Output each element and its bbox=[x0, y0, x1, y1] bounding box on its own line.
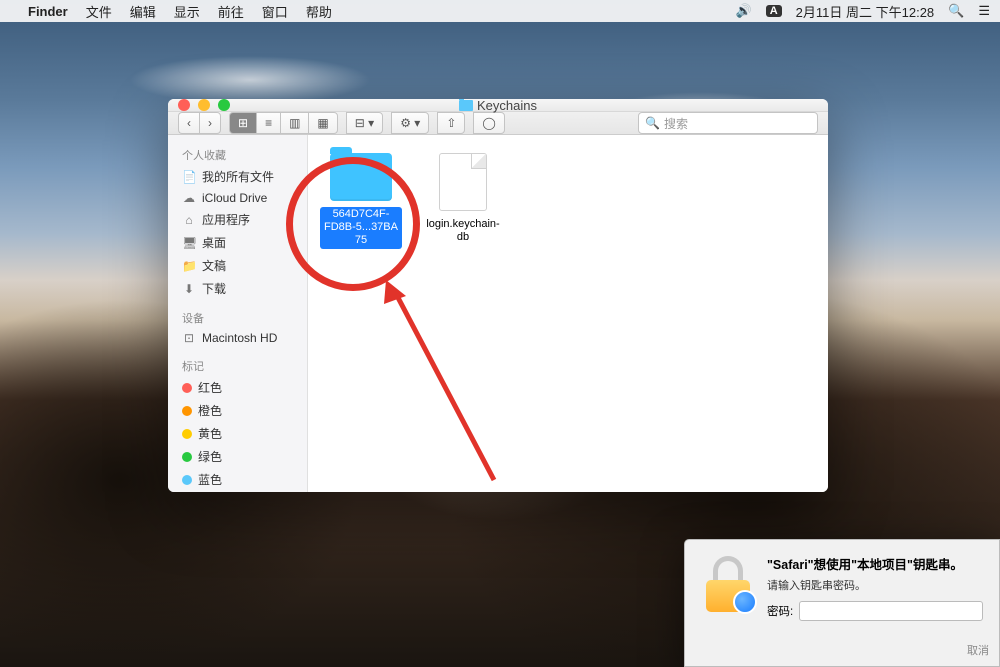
sidebar-item-label: 红色 bbox=[198, 379, 222, 396]
sidebar-devices-header: 设备 bbox=[168, 306, 307, 328]
sidebar-tag-green[interactable]: 绿色 bbox=[168, 445, 307, 468]
document-icon bbox=[439, 153, 487, 211]
password-label: 密码: bbox=[767, 603, 793, 619]
sidebar-tag-yellow[interactable]: 黄色 bbox=[168, 422, 307, 445]
search-placeholder: 搜索 bbox=[664, 115, 688, 132]
sidebar-tag-red[interactable]: 红色 bbox=[168, 376, 307, 399]
sidebar-item-label: 应用程序 bbox=[202, 211, 250, 228]
input-source-icon[interactable]: A bbox=[766, 5, 782, 17]
disk-icon: ⊡ bbox=[182, 331, 196, 345]
file-label: login.keychain-db bbox=[422, 217, 504, 245]
menubar-datetime[interactable]: 2月11日 周二 下午12:28 bbox=[796, 2, 934, 21]
sidebar-favorites-header: 个人收藏 bbox=[168, 143, 307, 165]
sidebar-item-applications[interactable]: ⌂ 应用程序 bbox=[168, 208, 307, 231]
dialog-subtitle: 请输入钥匙串密码。 bbox=[767, 577, 983, 593]
sidebar-item-label: 蓝色 bbox=[198, 471, 222, 488]
app-name[interactable]: Finder bbox=[28, 4, 68, 19]
sidebar-item-downloads[interactable]: ⬇ 下载 bbox=[168, 277, 307, 300]
back-button[interactable]: ‹ bbox=[178, 112, 199, 134]
all-files-icon: 📄 bbox=[182, 170, 196, 184]
sidebar-item-label: 下载 bbox=[202, 280, 226, 297]
window-titlebar[interactable]: Keychains bbox=[168, 99, 828, 112]
password-input[interactable] bbox=[799, 601, 983, 621]
menubar: Finder 文件 编辑 显示 前往 窗口 帮助 🔊 A 2月11日 周二 下午… bbox=[0, 0, 1000, 22]
forward-button[interactable]: › bbox=[199, 112, 221, 134]
menu-view[interactable]: 显示 bbox=[174, 2, 200, 21]
sidebar-item-label: 橙色 bbox=[198, 402, 222, 419]
keychain-password-dialog: "Safari"想使用"本地项目"钥匙串。 请输入钥匙串密码。 密码: 取消 bbox=[684, 539, 1000, 667]
downloads-icon: ⬇ bbox=[182, 282, 196, 296]
sidebar-item-all-files[interactable]: 📄 我的所有文件 bbox=[168, 165, 307, 188]
folder-icon bbox=[459, 100, 473, 111]
sidebar-item-label: Macintosh HD bbox=[202, 331, 277, 345]
notification-center-icon[interactable]: ☰ bbox=[978, 3, 990, 19]
sidebar-item-icloud[interactable]: ☁ iCloud Drive bbox=[168, 188, 307, 208]
folder-icon bbox=[330, 153, 392, 201]
lock-icon bbox=[701, 554, 755, 612]
window-title: Keychains bbox=[168, 99, 828, 113]
menu-edit[interactable]: 编辑 bbox=[130, 2, 156, 21]
tag-dot-icon bbox=[182, 383, 192, 393]
sidebar-item-macintosh-hd[interactable]: ⊡ Macintosh HD bbox=[168, 328, 307, 348]
cancel-button[interactable]: 取消 bbox=[967, 642, 989, 658]
file-label: 564D7C4F-FD8B-5...37BA75 bbox=[320, 207, 402, 249]
tag-dot-icon bbox=[182, 406, 192, 416]
folder-item-selected[interactable]: 564D7C4F-FD8B-5...37BA75 bbox=[320, 153, 402, 249]
desktop-icon: 🖥 bbox=[182, 236, 196, 250]
sidebar-item-label: iCloud Drive bbox=[202, 191, 267, 205]
search-icon: 🔍 bbox=[645, 116, 660, 130]
sidebar-tags-header: 标记 bbox=[168, 354, 307, 376]
column-view-button[interactable]: ▥ bbox=[280, 112, 308, 134]
tag-dot-icon bbox=[182, 452, 192, 462]
tag-dot-icon bbox=[182, 475, 192, 485]
finder-window: Keychains ‹ › ⊞ ≡ ▥ ▦ ⊟ ▾ ⚙ ▾ ⇧ ◯ 🔍 搜索 bbox=[168, 99, 828, 492]
icon-view-button[interactable]: ⊞ bbox=[229, 112, 256, 134]
sidebar-item-documents[interactable]: 📁 文稿 bbox=[168, 254, 307, 277]
safari-badge-icon bbox=[733, 590, 757, 614]
window-title-text: Keychains bbox=[477, 99, 537, 113]
menu-window[interactable]: 窗口 bbox=[262, 2, 288, 21]
action-button[interactable]: ⚙ ▾ bbox=[391, 112, 429, 134]
tags-button[interactable]: ◯ bbox=[473, 112, 504, 134]
list-view-button[interactable]: ≡ bbox=[256, 112, 280, 134]
file-item-login-keychain[interactable]: login.keychain-db bbox=[422, 153, 504, 245]
search-input[interactable]: 🔍 搜索 bbox=[638, 112, 818, 134]
finder-sidebar: 个人收藏 📄 我的所有文件 ☁ iCloud Drive ⌂ 应用程序 🖥 桌面 📁 文稿… bbox=[168, 135, 308, 492]
spotlight-icon[interactable]: 🔍 bbox=[948, 3, 964, 19]
share-button[interactable]: ⇧ bbox=[437, 112, 465, 134]
tag-dot-icon bbox=[182, 429, 192, 439]
menu-go[interactable]: 前往 bbox=[218, 2, 244, 21]
arrange-button[interactable]: ⊟ ▾ bbox=[346, 112, 383, 134]
coverflow-view-button[interactable]: ▦ bbox=[308, 112, 337, 134]
cloud-icon: ☁ bbox=[182, 191, 196, 205]
sidebar-item-label: 我的所有文件 bbox=[202, 168, 274, 185]
apps-icon: ⌂ bbox=[182, 213, 196, 227]
menu-help[interactable]: 帮助 bbox=[306, 2, 332, 21]
finder-toolbar: ‹ › ⊞ ≡ ▥ ▦ ⊟ ▾ ⚙ ▾ ⇧ ◯ 🔍 搜索 bbox=[168, 112, 828, 135]
documents-icon: 📁 bbox=[182, 259, 196, 273]
sidebar-item-label: 文稿 bbox=[202, 257, 226, 274]
volume-icon[interactable]: 🔊 bbox=[736, 3, 752, 19]
sidebar-item-label: 黄色 bbox=[198, 425, 222, 442]
sidebar-item-desktop[interactable]: 🖥 桌面 bbox=[168, 231, 307, 254]
menu-file[interactable]: 文件 bbox=[86, 2, 112, 21]
sidebar-item-label: 绿色 bbox=[198, 448, 222, 465]
sidebar-item-label: 桌面 bbox=[202, 234, 226, 251]
dialog-title: "Safari"想使用"本地项目"钥匙串。 bbox=[767, 554, 983, 573]
sidebar-tag-blue[interactable]: 蓝色 bbox=[168, 468, 307, 491]
finder-content[interactable]: 564D7C4F-FD8B-5...37BA75 login.keychain-… bbox=[308, 135, 828, 492]
sidebar-tag-orange[interactable]: 橙色 bbox=[168, 399, 307, 422]
